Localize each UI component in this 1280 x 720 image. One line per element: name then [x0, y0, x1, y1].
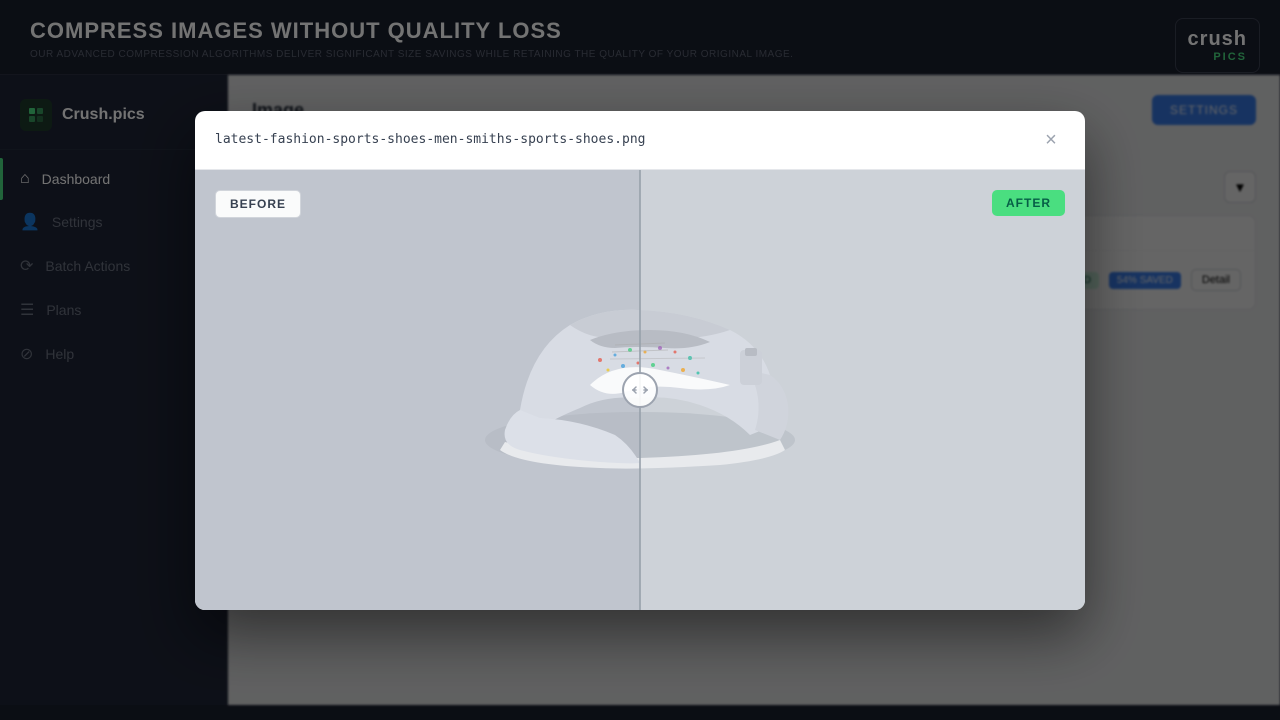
modal-close-button[interactable]: ×	[1037, 126, 1065, 154]
image-comparison-area: BEFORE AFTER	[195, 170, 1085, 610]
modal-header: latest-fashion-sports-shoes-men-smiths-s…	[195, 111, 1085, 170]
before-badge: BEFORE	[215, 190, 301, 218]
divider-handle[interactable]	[622, 372, 658, 408]
modal-overlay[interactable]: latest-fashion-sports-shoes-men-smiths-s…	[0, 0, 1280, 720]
after-badge: AFTER	[992, 190, 1065, 216]
image-comparison-modal: latest-fashion-sports-shoes-men-smiths-s…	[195, 111, 1085, 610]
modal-title: latest-fashion-sports-shoes-men-smiths-s…	[215, 132, 645, 147]
